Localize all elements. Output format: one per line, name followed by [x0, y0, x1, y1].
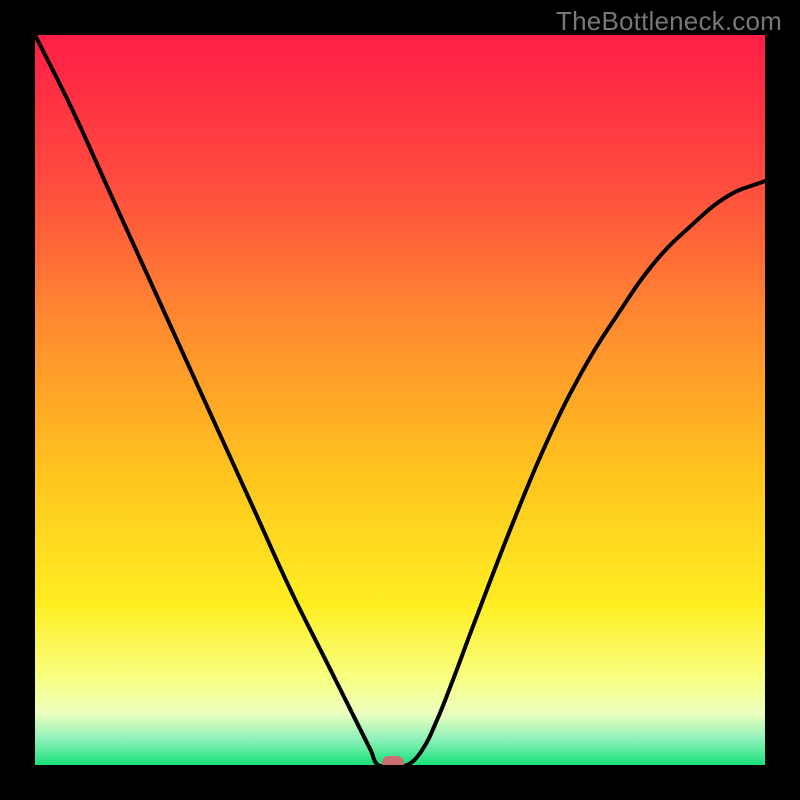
bottleneck-curve: [35, 35, 765, 765]
chart-frame: TheBottleneck.com: [0, 0, 800, 800]
optimum-marker: [382, 756, 404, 765]
watermark-text: TheBottleneck.com: [556, 6, 782, 37]
plot-area: [35, 35, 765, 765]
